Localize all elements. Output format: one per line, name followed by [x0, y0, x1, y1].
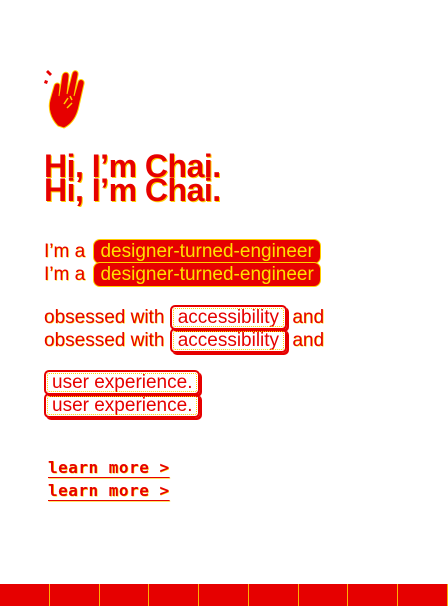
waving-hand-icon	[44, 70, 85, 129]
role-highlight: designer-turned-engineer	[94, 263, 320, 286]
hero-greeting-echo: Hi, I’m Chai.	[44, 172, 221, 208]
footer-segment	[348, 584, 399, 606]
learn-more-link[interactable]: learn more >	[48, 458, 170, 477]
obsessed-line: obsessed with accessibility and	[44, 305, 324, 330]
footer-segment	[398, 584, 448, 606]
footer-segment	[299, 584, 349, 606]
learn-more-link-echo[interactable]: learn more >	[48, 481, 170, 500]
obsessed-line-echo: obsessed with accessibility and	[44, 328, 324, 353]
conjunction: and	[292, 330, 325, 351]
footer-segment	[50, 584, 100, 606]
ux-line-echo: user experience.	[44, 393, 201, 418]
footer-bar	[0, 584, 448, 606]
focus-ux-tag: user experience.	[44, 370, 201, 395]
footer-segment	[100, 584, 150, 606]
intro-line: I’m a designer-turned-engineer	[44, 240, 320, 263]
intro-line-echo: I’m a designer-turned-engineer	[44, 263, 320, 286]
intro-prefix: I’m a	[44, 264, 86, 285]
focus-accessibility-tag: accessibility	[169, 305, 288, 330]
focus-ux-tag: user experience.	[44, 393, 201, 418]
footer-segment	[149, 584, 200, 606]
focus-accessibility-tag: accessibility	[169, 328, 288, 353]
intro-prefix: I’m a	[44, 241, 86, 262]
obsessed-prefix: obsessed with	[44, 330, 165, 351]
footer-segment	[199, 584, 249, 606]
obsessed-prefix: obsessed with	[44, 307, 165, 328]
ux-line: user experience.	[44, 370, 201, 395]
footer-segment	[0, 584, 50, 606]
conjunction: and	[292, 307, 325, 328]
footer-segment	[249, 584, 299, 606]
role-highlight: designer-turned-engineer	[94, 240, 320, 263]
